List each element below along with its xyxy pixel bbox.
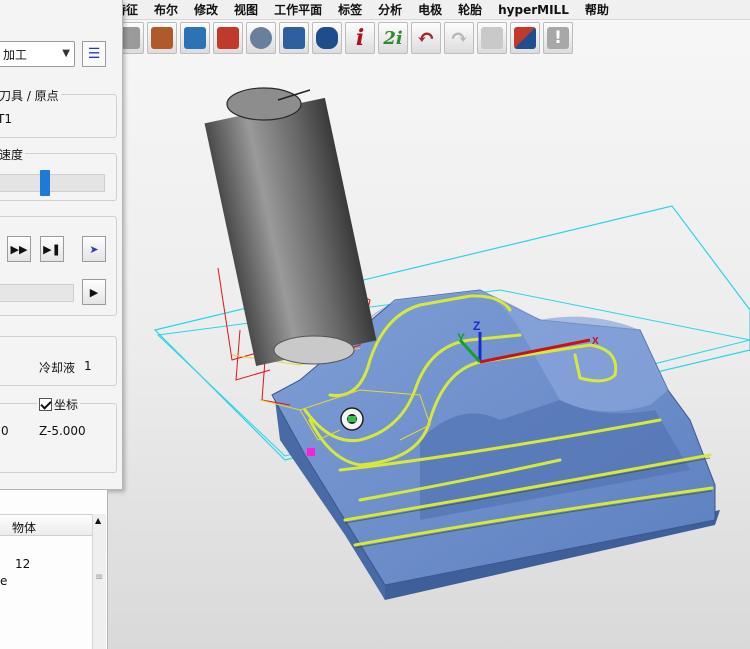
menu-label[interactable]: 标签 — [330, 0, 370, 20]
coolant-group: 冷却液 1 — [0, 336, 117, 386]
play-button[interactable]: ▶ — [82, 279, 106, 305]
undo-button[interactable]: ↶ — [411, 22, 441, 54]
cursor-icon: ➤ — [89, 242, 99, 256]
filter-button[interactable] — [477, 22, 507, 54]
warning-button[interactable]: ! — [543, 22, 573, 54]
info-2-icon: 2i — [383, 27, 403, 49]
speed-slider[interactable] — [0, 170, 105, 196]
pointer-button[interactable]: ➤ — [82, 236, 106, 262]
scroll-up-icon[interactable]: ▲ — [95, 516, 101, 525]
settings-button[interactable] — [246, 22, 276, 54]
speed-title: 速度 — [0, 146, 26, 163]
box-view-icon — [514, 27, 536, 49]
coolant-value: 1 — [84, 359, 92, 373]
coords-checkbox[interactable]: 坐标 — [37, 396, 81, 413]
cylinder-icon — [316, 27, 338, 49]
origin-marker — [340, 407, 364, 431]
fast-forward-icon: ▶▶ — [10, 242, 28, 256]
simulation-panel: 加工 ▼ ☰ 刀具 / 原点 T1 速度 ▶▶ ▶❚ ➤ ▶ 冷却液 1 坐标 … — [0, 0, 123, 490]
x-value: 0 — [1, 424, 9, 438]
cutting-tool-cylinder — [204, 87, 377, 366]
speed-slider-thumb[interactable] — [40, 170, 50, 196]
undo-icon: ↶ — [416, 25, 436, 51]
info-icon: i — [355, 25, 365, 51]
tool-count-icon — [283, 27, 305, 49]
info-button[interactable]: i — [345, 22, 375, 54]
coolant-label: 冷却液 — [39, 361, 76, 375]
z-value: Z-5.000 — [39, 424, 86, 438]
warning-icon: ! — [547, 27, 569, 49]
menu-workplane[interactable]: 工作平面 — [266, 0, 330, 20]
info-2-button[interactable]: 2i — [378, 22, 408, 54]
tool-count-button[interactable] — [279, 22, 309, 54]
object-row-value: 12 — [15, 557, 31, 571]
step-icon: ▶❚ — [43, 242, 61, 256]
menu-hypermill[interactable]: hyperMILL — [490, 0, 577, 20]
turning-tool-icon — [184, 27, 206, 49]
object-panel: 物体 12 e ▲ ≡ — [0, 490, 108, 649]
menu-help[interactable]: 帮助 — [577, 0, 617, 20]
speed-group: 速度 — [0, 146, 117, 201]
cylinder-button[interactable] — [312, 22, 342, 54]
mode-select-value: 加工 — [3, 47, 28, 62]
turning-button[interactable] — [180, 22, 210, 54]
tool-origin-group: 刀具 / 原点 T1 — [0, 87, 117, 138]
object-scrollbar[interactable]: ▲ ≡ — [92, 514, 106, 649]
cube-stock-icon — [151, 27, 173, 49]
menu-boolean[interactable]: 布尔 — [146, 0, 186, 20]
tool-origin-title: 刀具 / 原点 — [0, 87, 61, 104]
svg-text:Y: Y — [457, 331, 465, 345]
box-view-button[interactable] — [510, 22, 540, 54]
delete-stock-icon — [217, 27, 239, 49]
menu-bar: 特征 布尔 修改 视图 工作平面 标签 分析 电极 轮胎 hyperMILL 帮… — [110, 0, 750, 20]
progress-bar[interactable] — [0, 284, 74, 302]
config-button[interactable]: ☰ — [82, 41, 106, 67]
coords-group: 坐标 0 Z-5.000 — [0, 396, 117, 473]
toolbar: i 2i ↶ ↷ ! — [114, 21, 573, 55]
svg-text:X: X — [592, 336, 599, 347]
chevron-down-icon: ▼ — [62, 48, 70, 59]
playback-group: ▶▶ ▶❚ ➤ ▶ — [0, 216, 117, 316]
scroll-grip-icon[interactable]: ≡ — [95, 572, 103, 583]
redo-button[interactable]: ↷ — [444, 22, 474, 54]
checkbox-checked-icon[interactable] — [39, 398, 52, 411]
menu-electrode[interactable]: 电极 — [410, 0, 450, 20]
column-object[interactable]: 物体 — [12, 519, 36, 536]
stock-button[interactable] — [147, 22, 177, 54]
gear-icon — [250, 27, 272, 49]
filter-icon — [481, 27, 503, 49]
mode-select[interactable]: 加工 ▼ — [0, 41, 75, 67]
tool-value: T1 — [0, 112, 12, 126]
coords-label: 坐标 — [54, 398, 79, 412]
menu-modify[interactable]: 修改 — [186, 0, 226, 20]
object-table-header: 物体 — [0, 514, 92, 536]
svg-text:Z: Z — [473, 319, 480, 333]
fast-forward-button[interactable]: ▶▶ — [7, 236, 31, 262]
reference-point — [307, 448, 315, 456]
play-icon: ▶ — [89, 285, 99, 299]
step-button[interactable]: ▶❚ — [40, 236, 64, 262]
list-settings-icon: ☰ — [87, 46, 101, 62]
menu-view[interactable]: 视图 — [226, 0, 266, 20]
menu-tire[interactable]: 轮胎 — [450, 0, 490, 20]
menu-analysis[interactable]: 分析 — [370, 0, 410, 20]
redo-icon: ↷ — [449, 25, 469, 51]
object-row-text: e — [0, 574, 8, 588]
delete-stock-button[interactable] — [213, 22, 243, 54]
